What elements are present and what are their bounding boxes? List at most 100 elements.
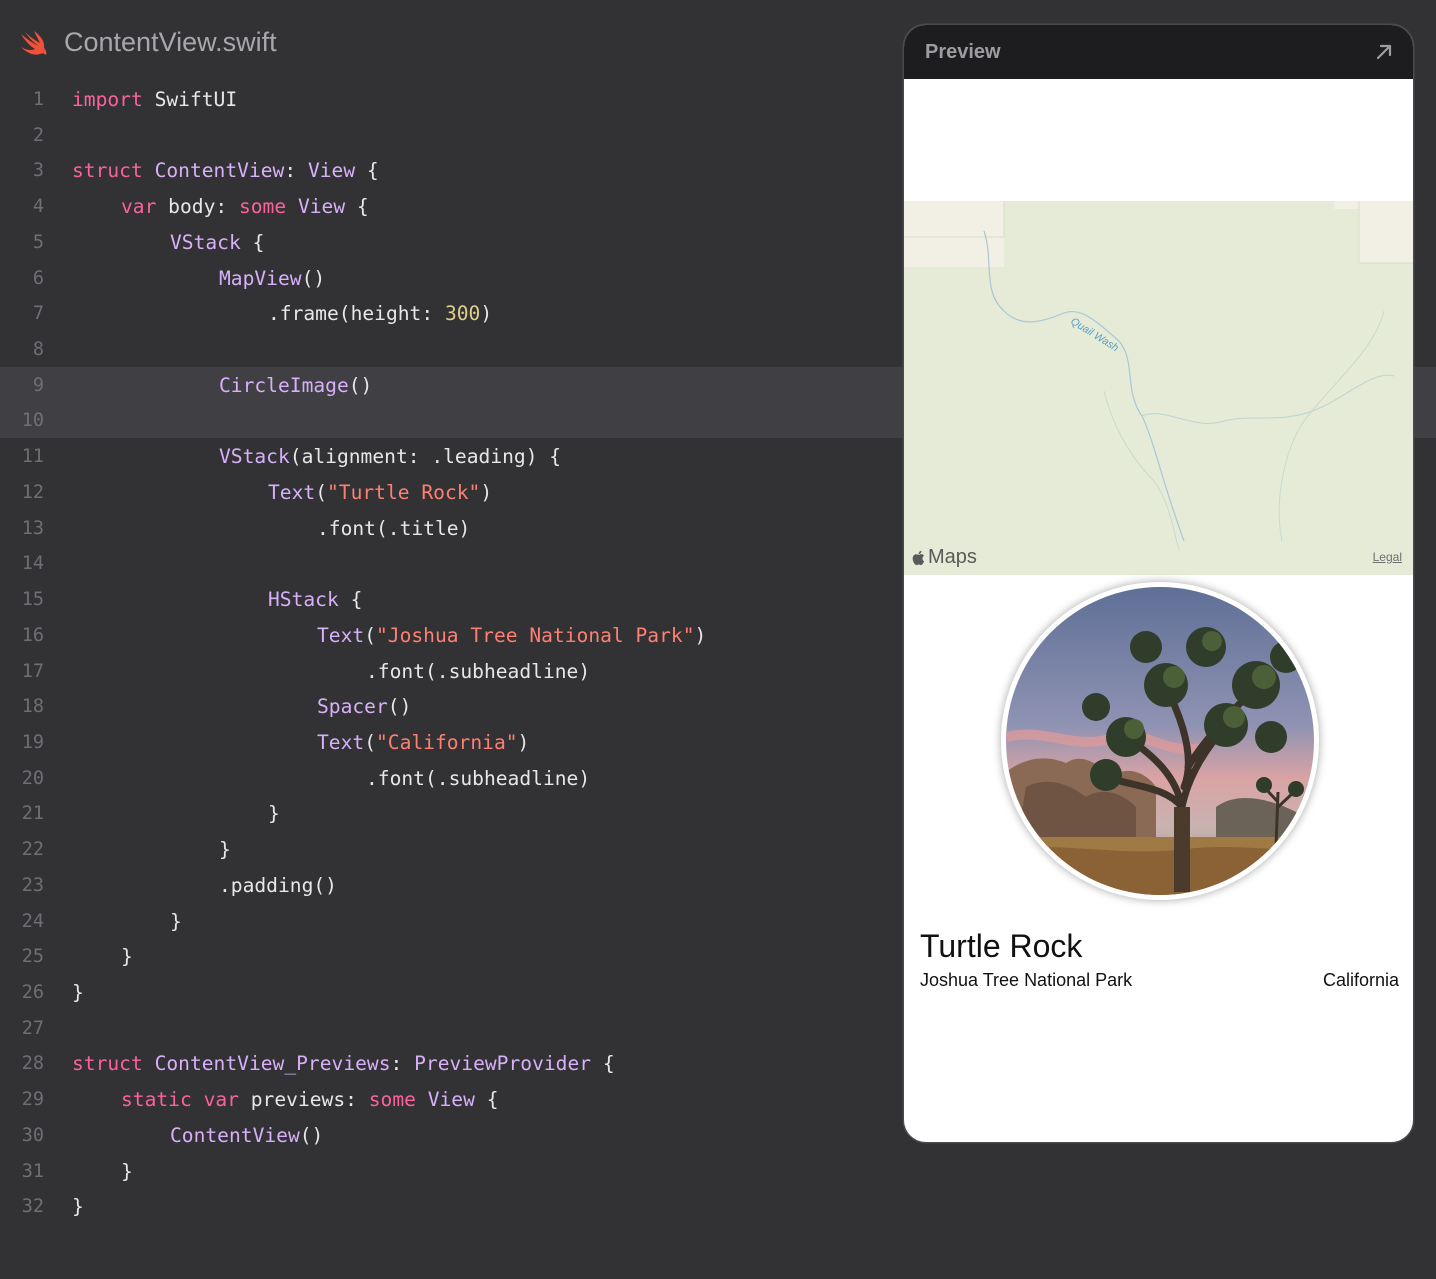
code-token: "Turtle Rock": [326, 480, 481, 504]
arrow-up-right-icon[interactable]: [1374, 42, 1394, 62]
code-token: }: [219, 838, 231, 862]
code-line[interactable]: 23 .padding(): [0, 868, 900, 904]
code-token: (): [301, 266, 326, 290]
code-token: 300: [444, 302, 481, 326]
code-token: }: [121, 945, 133, 969]
code-line[interactable]: 7 .frame(height: 300): [0, 296, 900, 332]
code-line[interactable]: 8: [0, 332, 900, 368]
code-line[interactable]: 27: [0, 1011, 900, 1047]
line-number: 16: [21, 624, 44, 646]
line-number: 5: [32, 231, 44, 253]
code-line[interactable]: 30 ContentView(): [0, 1118, 900, 1154]
code-text: struct ContentView: View {: [72, 153, 379, 189]
code-line[interactable]: 32}: [0, 1189, 900, 1225]
code-token: var: [203, 1088, 239, 1112]
code-token: Spacer: [317, 695, 388, 719]
code-line[interactable]: 10: [0, 403, 900, 439]
line-number: 10: [21, 410, 44, 432]
code-line[interactable]: 24}: [0, 904, 900, 940]
preview-canvas: Preview Quail Wash Maps Legal Turtle Roc…: [904, 25, 1413, 1142]
code-token: some: [238, 195, 287, 219]
code-editor[interactable]: 1 import SwiftUI 2 3 struct ContentView: Vie…: [0, 82, 900, 1225]
code-line[interactable]: 15 HStack {: [0, 582, 900, 618]
code-line[interactable]: 26}: [0, 975, 900, 1011]
code-line[interactable]: 14: [0, 546, 900, 582]
code-text: Text("Joshua Tree National Park"): [317, 618, 706, 654]
code-line[interactable]: 22}: [0, 832, 900, 868]
code-text: CircleImage(): [219, 368, 372, 404]
code-text: static var previews: some View {: [121, 1082, 499, 1118]
code-text: VStack(alignment: .leading) {: [219, 439, 561, 475]
joshua-tree-photo: [1006, 587, 1314, 895]
line-number: 27: [21, 1017, 44, 1039]
code-line[interactable]: 6 MapView(): [0, 261, 900, 297]
code-token: Text: [317, 623, 365, 647]
code-line[interactable]: 2: [0, 118, 900, 154]
line-number: 4: [32, 196, 44, 218]
code-token: ): [517, 730, 530, 754]
code-line[interactable]: 20 .font(.subheadline): [0, 761, 900, 797]
map-view[interactable]: Quail Wash Maps Legal: [904, 201, 1413, 575]
code-token: (): [348, 373, 373, 397]
line-number: 32: [21, 1196, 44, 1218]
code-token: "California": [375, 730, 518, 754]
code-token: View: [427, 1088, 475, 1112]
code-token: .font(.subheadline): [366, 766, 591, 790]
code-line[interactable]: 9 CircleImage(): [0, 368, 900, 404]
code-text: Spacer(): [317, 689, 411, 725]
code-line[interactable]: 16 Text("Joshua Tree National Park"): [0, 618, 900, 654]
code-text: .font(.subheadline): [366, 654, 590, 690]
code-line[interactable]: 3 struct ContentView: View {: [0, 153, 900, 189]
code-line[interactable]: 19 Text("California"): [0, 725, 900, 761]
line-number: 1: [32, 89, 44, 110]
preview-header: Preview: [904, 25, 1413, 79]
code-line[interactable]: 13 .font(.title): [0, 511, 900, 547]
code-token: }: [121, 1159, 133, 1183]
code-line[interactable]: 1 import SwiftUI: [0, 82, 900, 118]
code-line[interactable]: 4 var body: some View {: [0, 189, 900, 225]
code-token: (): [387, 695, 412, 719]
code-token: }: [170, 909, 182, 933]
circle-image: [1001, 582, 1319, 900]
code-text: .frame(height: 300): [268, 296, 492, 332]
line-number: 22: [21, 839, 44, 861]
code-token: "Joshua Tree National Park": [375, 623, 695, 647]
code-token: struct: [72, 159, 143, 183]
code-token: SwiftUI: [142, 88, 238, 111]
code-token: View: [307, 159, 356, 183]
state-name: California: [1322, 970, 1399, 990]
code-text: Text("Turtle Rock"): [268, 475, 492, 511]
code-token: Text: [268, 480, 316, 504]
line-number: 7: [32, 303, 44, 325]
code-line[interactable]: 29 static var previews: some View {: [0, 1082, 900, 1118]
line-number: 6: [32, 267, 44, 289]
code-line[interactable]: 11 VStack(alignment: .leading) {: [0, 439, 900, 475]
code-line[interactable]: 21}: [0, 796, 900, 832]
code-token: previews:: [238, 1088, 369, 1112]
code-token: ContentView: [170, 1123, 300, 1147]
code-line[interactable]: 12 Text("Turtle Rock"): [0, 475, 900, 511]
line-number: 3: [32, 160, 44, 182]
line-number: 23: [21, 874, 44, 896]
code-line[interactable]: 18 Spacer(): [0, 689, 900, 725]
code-token: :: [390, 1052, 415, 1076]
xcode-window: ContentView.swift 1 import SwiftUI 2 3 struc…: [0, 0, 1436, 1279]
code-line[interactable]: 28 struct ContentView_Previews: PreviewPr…: [0, 1046, 900, 1082]
code-token: (: [364, 623, 376, 647]
code-text: }: [121, 1154, 133, 1190]
code-token: {: [474, 1088, 499, 1112]
swift-logo-icon: [21, 31, 47, 55]
code-line[interactable]: 5 VStack {: [0, 225, 900, 261]
park-name: Joshua Tree National Park: [920, 970, 1133, 990]
legal-link[interactable]: Legal: [1373, 550, 1402, 564]
code-token: ): [480, 480, 493, 504]
file-name[interactable]: ContentView.swift: [64, 27, 277, 58]
line-number: 8: [32, 339, 44, 361]
line-number: 29: [21, 1089, 44, 1111]
code-line[interactable]: 17 .font(.subheadline): [0, 654, 900, 690]
code-line[interactable]: 31}: [0, 1154, 900, 1190]
code-line[interactable]: 25}: [0, 939, 900, 975]
code-token: var: [121, 195, 157, 219]
code-token: .frame(height:: [268, 302, 445, 326]
